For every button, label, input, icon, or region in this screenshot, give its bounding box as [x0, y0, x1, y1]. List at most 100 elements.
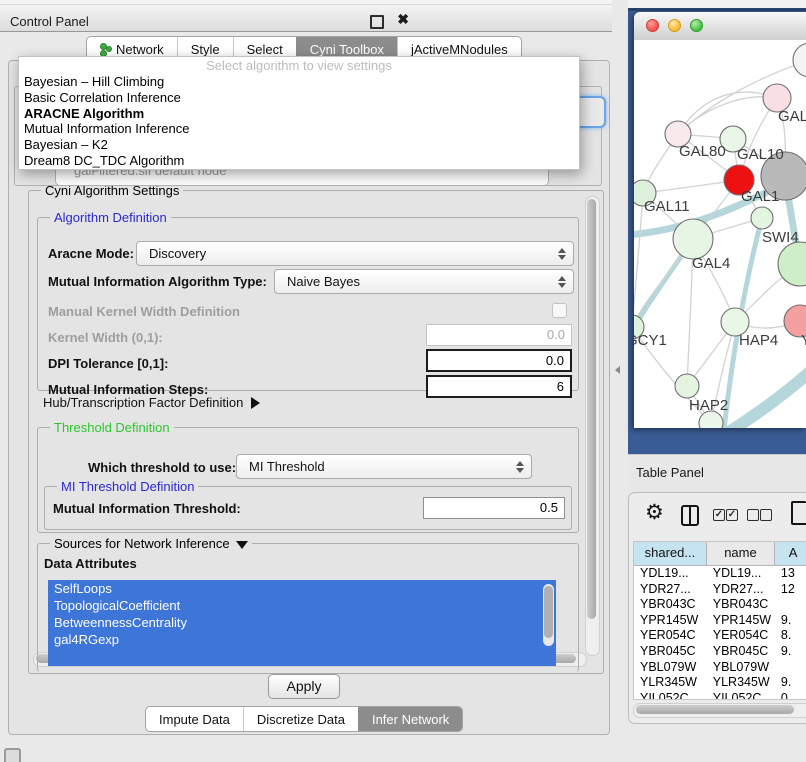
node-label: GAL11	[644, 198, 690, 215]
panel-title: Control Panel	[10, 14, 89, 29]
settings-vscroll-thumb[interactable]	[587, 199, 596, 619]
kernel-width-field[interactable]: 0.0	[426, 324, 572, 346]
tab-infer-network-label: Infer Network	[372, 708, 449, 731]
list-vscroll-thumb[interactable]	[544, 586, 553, 638]
aracne-mode-combo[interactable]: Discovery	[136, 241, 574, 266]
algorithm-dropdown-popup: Select algorithm to view settings Bayesi…	[18, 56, 580, 170]
zoom-light-green[interactable]	[690, 19, 703, 32]
table-horizontal-scrollbar[interactable]	[633, 703, 806, 718]
algorithm-option[interactable]: Dream8 DC_TDC Algorithm	[19, 153, 579, 169]
close-icon[interactable]: ✖	[397, 11, 409, 28]
table-panel-title: Table Panel	[636, 465, 704, 480]
algorithm-option[interactable]: Bayesian – Hill Climbing	[19, 74, 579, 90]
table-row[interactable]: YLR345WYLR345W9.	[634, 675, 806, 691]
hub-definition-expander[interactable]: Hub/Transcription Factor Definition	[43, 395, 260, 410]
column-browser-icon[interactable]	[681, 505, 699, 526]
network-canvas[interactable]: GAL2GAL80GAL10GAL1GAL11SWI4GAL4GCY1HAP4Y…	[634, 40, 806, 428]
stepper-arrows-icon	[558, 276, 566, 288]
dropdown-prompt: Select algorithm to view settings	[19, 57, 579, 74]
table-cell: YBL079W	[707, 660, 775, 676]
table-cell	[775, 660, 806, 676]
algorithm-option[interactable]: Basic Correlation Inference	[19, 90, 579, 106]
node-table: shared... name A YDL19...YDL19...13YDR27…	[633, 541, 806, 700]
data-attribute-item[interactable]: BetweennessCentrality	[48, 614, 556, 631]
algorithm-option[interactable]: ARACNE Algorithm	[19, 106, 579, 122]
table-cell: YBR043C	[634, 597, 707, 613]
network-node-gal4[interactable]	[673, 219, 713, 259]
table-row[interactable]: YPR145WYPR145W9.	[634, 613, 806, 629]
network-node-swi4[interactable]	[751, 207, 773, 229]
table-row[interactable]: YBR045CYBR045C9.	[634, 644, 806, 660]
column-header-shared-name[interactable]: shared...	[634, 542, 707, 565]
dpi-tolerance-field[interactable]: 0.0	[426, 349, 572, 372]
network-icon	[100, 43, 111, 56]
settings-vertical-scrollbar[interactable]	[585, 196, 600, 656]
table-cell: YPR145W	[634, 613, 707, 629]
data-attribute-item[interactable]: SelfLoops	[48, 580, 556, 597]
mi-type-combo[interactable]: Naive Bayes	[274, 269, 574, 294]
table-row[interactable]: YDR27...YDR27...12	[634, 582, 806, 598]
network-node[interactable]	[778, 242, 806, 286]
divider-collapse-handle[interactable]	[615, 366, 620, 374]
close-light-red[interactable]	[646, 19, 659, 32]
data-attributes-list[interactable]: SelfLoopsTopologicalCoefficientBetweenne…	[48, 580, 556, 666]
algorithm-definition-group: Algorithm Definition Aracne Mode: Discov…	[37, 217, 579, 391]
column-header-name[interactable]: name	[707, 542, 775, 565]
table-row[interactable]: YDL19...YDL19...13	[634, 566, 806, 582]
apply-button[interactable]: Apply	[268, 674, 340, 699]
tab-discretize-data[interactable]: Discretize Data	[243, 707, 358, 731]
table-row[interactable]: YIL052CYIL052C0.	[634, 691, 806, 700]
sources-title-text: Sources for Network Inference	[54, 536, 230, 551]
float-window-icon[interactable]	[370, 15, 384, 29]
node-label: GCY1	[634, 332, 667, 349]
dpi-tolerance-label: DPI Tolerance [0,1]:	[48, 356, 168, 371]
tab-infer-network[interactable]: Infer Network	[358, 707, 462, 731]
table-cell: 0.	[775, 691, 806, 700]
mi-type-label: Mutual Information Algorithm Type:	[48, 274, 267, 289]
table-row[interactable]: YBL079WYBL079W	[634, 660, 806, 676]
document-icon[interactable]	[791, 501, 806, 525]
list-vertical-scrollbar[interactable]	[543, 584, 554, 646]
data-attribute-item[interactable]: TopologicalCoefficient	[48, 597, 556, 614]
data-attributes-items: SelfLoopsTopologicalCoefficientBetweenne…	[48, 580, 556, 648]
mi-threshold-field[interactable]: 0.5	[423, 497, 565, 519]
table-cell: YIL052C	[707, 691, 775, 700]
table-row[interactable]: YBR043CYBR043C	[634, 597, 806, 613]
table-cell: YLR345W	[634, 675, 707, 691]
mi-steps-field[interactable]: 6	[426, 375, 572, 398]
network-node-hap2[interactable]	[675, 374, 699, 398]
tab-impute-data-label: Impute Data	[159, 708, 230, 731]
threshold-definition-title: Threshold Definition	[50, 420, 174, 435]
manual-kernel-label: Manual Kernel Width Definition	[48, 304, 240, 319]
split-pane-divider[interactable]	[612, 30, 628, 762]
algorithm-option[interactable]: Mutual Information Inference	[19, 121, 579, 137]
network-window-titlebar[interactable]	[634, 12, 806, 41]
table-cell: YDL19...	[634, 566, 707, 582]
table-hscroll-thumb[interactable]	[636, 705, 794, 714]
node-label: HAP4	[739, 332, 778, 349]
minimize-light-yellow[interactable]	[668, 19, 681, 32]
app-root: Control Panel ✖ Network Style Select Cyn…	[0, 0, 806, 762]
column-header-partial[interactable]: A	[775, 542, 806, 565]
restore-panel-icon[interactable]	[4, 748, 21, 762]
algorithm-option[interactable]: Bayesian – K2	[19, 137, 579, 153]
select-all-icon[interactable]: ✓	[726, 509, 738, 521]
node-label: SWI4	[762, 229, 799, 246]
table-cell: 13	[775, 566, 806, 582]
tab-impute-data[interactable]: Impute Data	[146, 707, 243, 731]
table-cell: YBL079W	[634, 660, 707, 676]
data-attribute-item[interactable]: gal4RGexp	[48, 631, 556, 648]
sources-group: Sources for Network Inference Data Attri…	[37, 543, 579, 672]
manual-kernel-checkbox[interactable]	[552, 303, 567, 318]
table-cell: YBR043C	[707, 597, 775, 613]
which-threshold-label: Which threshold to use:	[88, 460, 236, 475]
table-cell: YER054C	[707, 628, 775, 644]
deselect-all-icon[interactable]	[747, 509, 759, 521]
network-node[interactable]	[793, 43, 806, 77]
which-threshold-combo[interactable]: MI Threshold	[236, 454, 532, 479]
gear-icon[interactable]: ⚙	[645, 503, 664, 523]
network-view-window: GAL2GAL80GAL10GAL1GAL11SWI4GAL4GCY1HAP4Y…	[634, 12, 806, 428]
select-all-icon[interactable]: ✓	[713, 509, 725, 521]
deselect-all-icon[interactable]	[760, 509, 772, 521]
table-row[interactable]: YER054CYER054C8.	[634, 628, 806, 644]
